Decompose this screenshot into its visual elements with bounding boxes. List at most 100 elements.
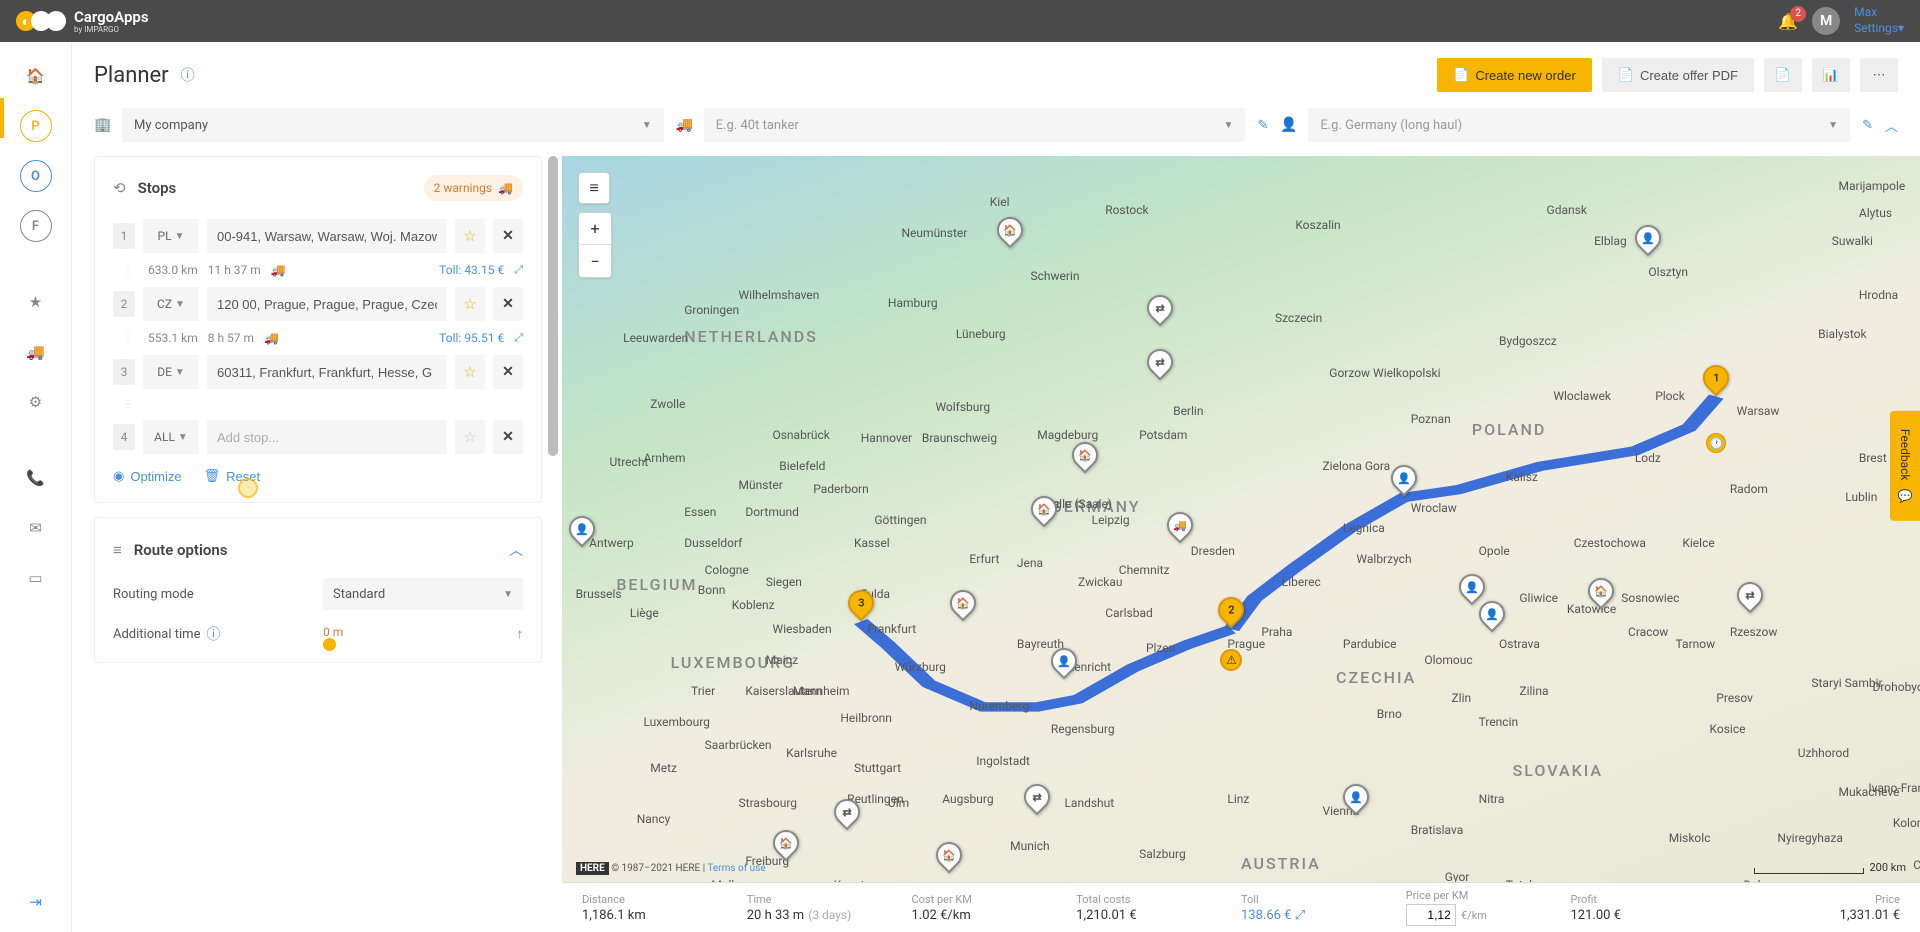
driver-select[interactable]: E.g. Germany (long haul) ▼	[1308, 108, 1850, 142]
terms-link[interactable]: Terms of use	[707, 863, 765, 874]
stop-address-input[interactable]	[207, 355, 447, 389]
stop-number: 2	[113, 291, 135, 317]
map-layers-button[interactable]: ≡	[578, 172, 610, 204]
remove-stop-button[interactable]: ✕	[493, 420, 523, 454]
map-poi-marker[interactable]: 👤	[569, 516, 595, 548]
map-city-label: Zwolle	[650, 397, 685, 411]
map-poi-marker[interactable]: 👤	[1479, 601, 1505, 633]
map-city-label: Munich	[1010, 839, 1050, 853]
create-order-button[interactable]: 📄 Create new order	[1437, 58, 1592, 92]
more-button[interactable]: ⋯	[1860, 58, 1898, 92]
map-poi-marker[interactable]: 👤	[1051, 648, 1077, 680]
stop-country-select[interactable]: ALL▼	[143, 420, 199, 454]
user-name-link[interactable]: Max	[1854, 5, 1904, 21]
map[interactable]: NETHERLANDSGERMANYPOLANDBELGIUMLUXEMBOUR…	[562, 156, 1920, 932]
slider-thumb[interactable]	[323, 638, 336, 651]
vehicle-select[interactable]: E.g. 40t tanker ▼	[704, 108, 1246, 142]
map-poi-marker[interactable]: 🚚	[1167, 512, 1193, 544]
slider-reset-icon[interactable]: ↑	[517, 626, 524, 642]
remove-stop-button[interactable]: ✕	[493, 355, 523, 389]
favorite-stop-button[interactable]: ☆	[455, 420, 485, 454]
collapse-config-icon[interactable]: ︿	[1885, 116, 1898, 135]
info-icon[interactable]: ⓘ	[181, 65, 195, 85]
sidenav-vehicles[interactable]: 🚚	[20, 336, 52, 368]
sidenav-settings[interactable]: ⚙	[20, 386, 52, 418]
reset-button[interactable]: 🗑 Reset	[204, 468, 260, 484]
map-poi-marker[interactable]: 🏠	[1031, 496, 1057, 528]
sidenav-toggle[interactable]: ⇥	[20, 886, 52, 918]
stop-country-select[interactable]: PL▼	[143, 219, 199, 253]
sidenav-phone[interactable]: 📞	[20, 462, 52, 494]
map-poi-marker[interactable]: ⇄	[1147, 349, 1173, 381]
route-stop-marker[interactable]: 1	[1703, 365, 1729, 397]
segment-toll[interactable]: Toll: 43.15 €	[439, 263, 504, 277]
sidenav-fleet[interactable]: F	[20, 210, 52, 242]
user-avatar[interactable]: M	[1812, 7, 1840, 35]
remove-stop-button[interactable]: ✕	[493, 287, 523, 321]
sidenav-orders[interactable]: O	[20, 160, 52, 192]
stop-address-input[interactable]	[207, 219, 447, 253]
route-stop-marker[interactable]: 3	[848, 590, 874, 622]
stop-country-select[interactable]: CZ▼	[143, 287, 199, 321]
map-city-label: Marijampole	[1839, 179, 1906, 193]
expand-icon[interactable]: ⤢	[514, 263, 523, 277]
map-poi-marker[interactable]: 🏠	[997, 217, 1023, 249]
sidenav-planner[interactable]: P	[20, 110, 52, 142]
stat-toll[interactable]: 138.66 € ⤢	[1241, 908, 1406, 923]
company-select[interactable]: My company ▼	[122, 108, 664, 142]
favorite-stop-button[interactable]: ☆	[455, 219, 485, 253]
map-poi-marker[interactable]: 🏠	[950, 590, 976, 622]
map-poi-marker[interactable]: 🏠	[1072, 442, 1098, 474]
logo[interactable]: ◐ CargoApps by IMPARGO	[16, 8, 149, 34]
scrollbar-thumb[interactable]	[548, 156, 558, 456]
segment-toll[interactable]: Toll: 95.51 €	[439, 331, 504, 345]
map-poi-marker[interactable]: ⇄	[1147, 295, 1173, 327]
stop-country-select[interactable]: DE▼	[143, 355, 199, 389]
sidenav-home[interactable]: 🏠	[20, 60, 52, 92]
settings-link[interactable]: Settings▾	[1854, 21, 1904, 37]
map-city-label: Linz	[1227, 792, 1249, 806]
map-poi-marker[interactable]: 🏠	[773, 830, 799, 862]
map-zoom-out[interactable]: −	[579, 245, 611, 277]
map-poi-marker[interactable]: 🏠	[936, 842, 962, 874]
remove-stop-button[interactable]: ✕	[493, 219, 523, 253]
feedback-tab[interactable]: Feedback 💬	[1890, 411, 1920, 521]
map-poi-marker[interactable]: ⇄	[1737, 582, 1763, 614]
map-city-label: Bratislava	[1411, 823, 1463, 837]
collapse-icon[interactable]: ︿	[509, 540, 523, 560]
sidenav-favorites[interactable]: ★	[20, 286, 52, 318]
map-city-label: Kolomyya	[1893, 816, 1920, 830]
create-offer-pdf-button[interactable]: 📄 Create offer PDF	[1602, 58, 1754, 92]
map-poi-marker[interactable]: 🏠	[1588, 578, 1614, 610]
map-poi-marker[interactable]: 👤	[1391, 465, 1417, 497]
route-stop-marker[interactable]: 2	[1218, 597, 1244, 629]
map-city-label: Zlin	[1451, 691, 1471, 705]
export-button[interactable]: 📄	[1764, 58, 1802, 92]
warnings-badge[interactable]: 2 warnings 🚚	[424, 175, 523, 201]
edit-vehicle-icon[interactable]: ✎	[1257, 118, 1268, 133]
map-poi-marker[interactable]: ⇄	[834, 799, 860, 831]
sidenav-video[interactable]: ▭	[20, 562, 52, 594]
route-warning-marker[interactable]: ⚠	[1220, 649, 1242, 671]
favorite-stop-button[interactable]: ☆	[455, 355, 485, 389]
sidenav-mail[interactable]: ✉	[20, 512, 52, 544]
map-city-label: Elblag	[1594, 234, 1627, 248]
map-poi-marker[interactable]: 👤	[1343, 784, 1369, 816]
map-zoom-in[interactable]: +	[579, 213, 611, 245]
notifications-bell[interactable]: 🔔 2	[1778, 12, 1798, 31]
add-stop-row: 4 ALL▼ ☆ ✕	[113, 420, 523, 454]
edit-driver-icon[interactable]: ✎	[1862, 118, 1873, 133]
add-stop-input[interactable]	[207, 420, 447, 454]
expand-icon[interactable]: ⤢	[514, 331, 523, 345]
segment-distance: 633.0 km	[148, 263, 198, 277]
favorite-stop-button[interactable]: ☆	[455, 287, 485, 321]
route-time-marker[interactable]: 🕐	[1706, 433, 1726, 453]
chart-button[interactable]: 📊	[1812, 58, 1850, 92]
map-poi-marker[interactable]: ⇄	[1024, 784, 1050, 816]
price-per-km-input[interactable]	[1406, 904, 1456, 926]
map-poi-marker[interactable]: 👤	[1635, 225, 1661, 257]
stop-address-input[interactable]	[207, 287, 447, 321]
info-icon[interactable]: ⓘ	[206, 624, 220, 644]
optimize-button[interactable]: ◉ Optimize	[113, 468, 182, 484]
routing-mode-select[interactable]: Standard ▼	[323, 578, 523, 610]
